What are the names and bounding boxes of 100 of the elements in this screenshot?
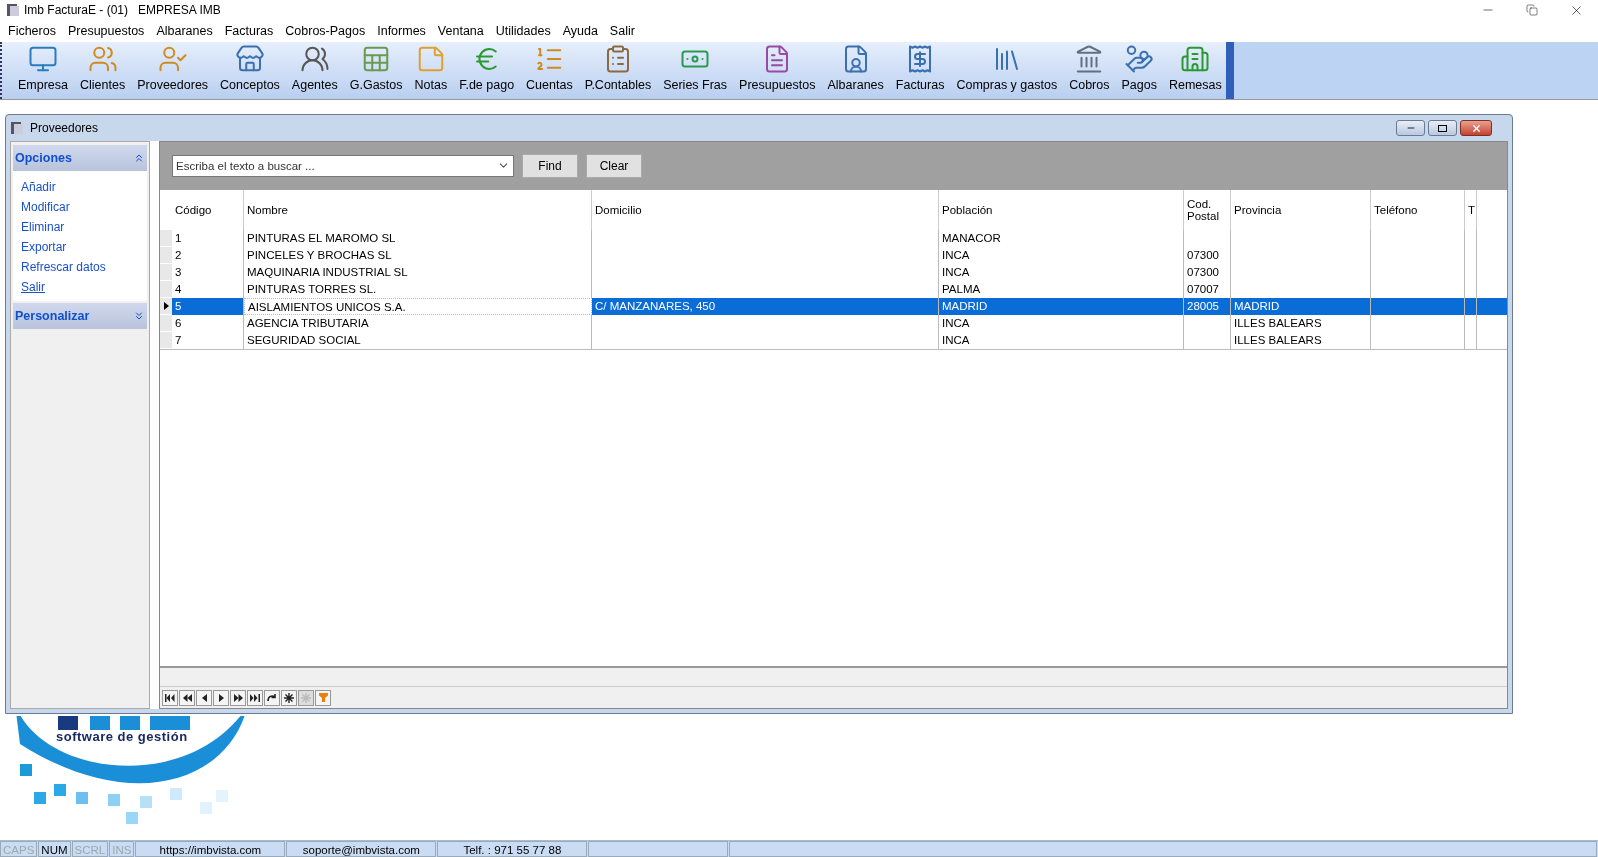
table-cell: PINTURAS EL MAROMO SL (244, 230, 592, 247)
maximize-icon (1438, 124, 1447, 132)
maximize-button[interactable] (1428, 120, 1457, 136)
toolbar-button[interactable]: P.Contables (578, 44, 658, 95)
toolbar-button[interactable]: Pagos (1115, 44, 1163, 95)
asterisk-icon (284, 692, 294, 703)
navigator-button[interactable] (281, 689, 297, 706)
column-header[interactable]: Población (939, 190, 1184, 230)
column-header[interactable]: Cod. Postal (1184, 190, 1231, 230)
menu-item[interactable]: Facturas (218, 21, 280, 41)
menu-item[interactable]: Ficheros (2, 21, 62, 41)
minimize-button[interactable] (1396, 120, 1425, 136)
toolbar-button[interactable]: Proveedores (131, 44, 215, 95)
column-header[interactable]: Código (172, 190, 244, 230)
key-indicator: INS (109, 841, 135, 857)
close-button[interactable] (1460, 120, 1492, 136)
window-title: Imb FacturaE - (01) EMPRESA IMB (24, 2, 221, 19)
navigator-button[interactable] (247, 689, 263, 706)
toolbar-button[interactable]: Agentes (285, 44, 344, 95)
key-indicator: NUM (38, 841, 71, 857)
option-link[interactable]: Añadir (21, 177, 147, 197)
search-action-button[interactable]: Find (522, 154, 578, 178)
menu-item[interactable]: Ventana (431, 21, 490, 41)
table-cell: MADRID (1231, 298, 1371, 315)
table-cell: MANACOR (939, 230, 1184, 247)
table-cell: 6 (172, 315, 244, 332)
logo-tagline: software de gestión (56, 728, 188, 746)
toolbar-button[interactable]: F.de pago (453, 44, 521, 95)
toolbar-button[interactable]: Cobros (1063, 44, 1116, 95)
navigator-button[interactable] (230, 689, 246, 706)
collapse-icon (133, 152, 145, 164)
section-header[interactable]: Personalizar (13, 303, 147, 329)
menu-item[interactable]: Cobros-Pagos (279, 21, 372, 41)
table-cell: INCA (939, 315, 1184, 332)
column-header[interactable]: T (1465, 190, 1477, 230)
toolbar-button[interactable]: G.Gastos (343, 44, 409, 95)
search-action-button[interactable]: Clear (586, 154, 642, 178)
navigator-button[interactable] (196, 689, 212, 706)
navigator-button[interactable] (213, 689, 229, 706)
toolbar-button[interactable]: Remesas (1162, 44, 1228, 95)
column-header[interactable]: Teléfono (1371, 190, 1465, 230)
table-cell: MAQUINARIA INDUSTRIAL SL (244, 264, 592, 281)
window-icon (10, 121, 24, 135)
menu-item[interactable]: Utilidades (489, 21, 557, 41)
toolbar-button[interactable]: Notas (408, 44, 454, 95)
toolbar-overflow-button[interactable] (1225, 42, 1234, 99)
toolbar-button[interactable]: Albaranes (821, 44, 890, 95)
table-cell: INCA (939, 264, 1184, 281)
menu-item[interactable]: Albaranes (150, 21, 219, 41)
table-cell: 7 (172, 332, 244, 349)
next-icon (218, 693, 224, 702)
toolbar-icon (1124, 44, 1155, 75)
table-cell: ILLES BALEARS (1231, 315, 1371, 332)
row-indicator[interactable] (160, 298, 172, 315)
table-cell: PINCELES Y BROCHAS SL (244, 247, 592, 264)
search-field[interactable]: Escriba el texto a buscar ... (172, 155, 514, 177)
table-cell: MADRID (939, 298, 1184, 315)
menu-item[interactable]: Presupuestos (61, 21, 151, 41)
status-panel: Telf. : 971 55 77 88 (437, 841, 588, 857)
first-record-icon (165, 693, 175, 702)
option-link[interactable]: Exportar (21, 237, 147, 257)
expand-icon (133, 310, 145, 322)
close-icon (1470, 122, 1482, 134)
fast-forward-icon (233, 693, 243, 702)
toolbar-button[interactable]: Conceptos (214, 44, 286, 95)
redo-arrow-icon (267, 693, 277, 702)
restore-icon (1526, 4, 1538, 16)
status-panel: soporte@imbvista.com (286, 841, 437, 857)
option-link[interactable]: Eliminar (21, 217, 147, 237)
column-header[interactable]: Nombre (244, 190, 592, 230)
current-row-icon (163, 302, 169, 310)
section-header[interactable]: Opciones (13, 145, 147, 171)
navigator-button[interactable] (179, 689, 195, 706)
toolbar-button[interactable]: Series Fras (657, 44, 734, 95)
column-header[interactable]: Provincia (1231, 190, 1371, 230)
toolbar-button[interactable]: Cuentas (520, 44, 579, 95)
navigator-button[interactable] (264, 689, 280, 706)
last-record-icon (250, 693, 260, 702)
column-header[interactable]: Domicilio (592, 190, 939, 230)
rewind-icon (182, 693, 192, 702)
toolbar-button[interactable]: Empresa (12, 44, 75, 95)
menu-item[interactable]: Salir (603, 21, 641, 41)
app-icon (6, 3, 20, 17)
table-cell: ILLES BALEARS (1231, 332, 1371, 349)
navigator-button[interactable] (162, 689, 178, 706)
option-link[interactable]: Refrescar datos (21, 257, 147, 277)
table-cell: 3 (172, 264, 244, 281)
table-cell: 1 (172, 230, 244, 247)
table-cell: 07300 (1184, 264, 1231, 281)
table-cell: 2 (172, 247, 244, 264)
toolbar-button[interactable]: Compras y gastos (950, 44, 1064, 95)
table-cell: INCA (939, 247, 1184, 264)
option-link[interactable]: Salir (21, 277, 147, 297)
option-link[interactable]: Modificar (21, 197, 147, 217)
menu-item[interactable]: Informes (371, 21, 432, 41)
toolbar-button[interactable]: Facturas (889, 44, 951, 95)
menu-item[interactable]: Ayuda (556, 21, 604, 41)
toolbar-button[interactable]: Presupuestos (733, 44, 822, 95)
toolbar-button[interactable]: Clientes (74, 44, 132, 95)
table-cell: SEGURIDAD SOCIAL (244, 332, 592, 349)
